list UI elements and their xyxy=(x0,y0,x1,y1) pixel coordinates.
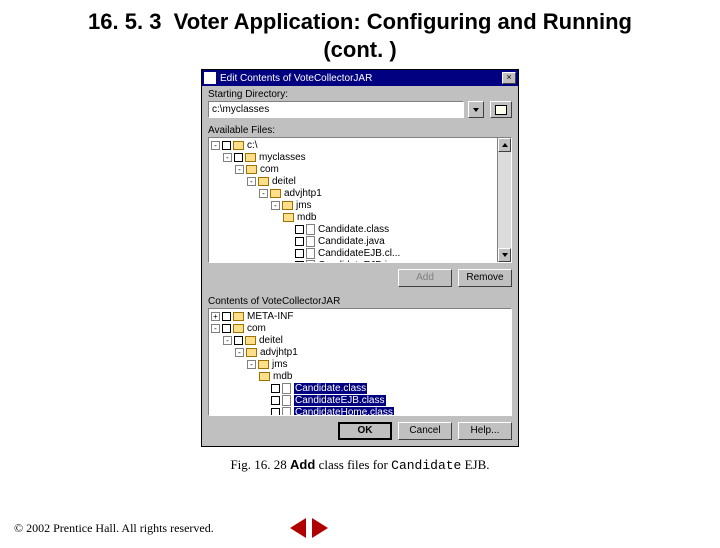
help-button[interactable]: Help... xyxy=(458,422,512,440)
edit-jar-dialog: Edit Contents of VoteCollectorJAR × Star… xyxy=(201,69,519,447)
chevron-down-icon xyxy=(473,108,479,112)
next-slide-button[interactable] xyxy=(312,518,328,538)
tree-file[interactable]: Candidate.class xyxy=(318,224,389,235)
section-number: 16. 5. 3 xyxy=(88,9,161,34)
caption-candidate: Candidate xyxy=(391,458,461,473)
tree-file-selected[interactable]: CandidateEJB.class xyxy=(294,395,386,406)
ok-button[interactable]: OK xyxy=(338,422,392,440)
cancel-button[interactable]: Cancel xyxy=(398,422,452,440)
caption-mid: class files for xyxy=(315,457,391,472)
slide-title: 16. 5. 3 Voter Application: Configuring … xyxy=(60,8,660,63)
tree-node[interactable]: mdb xyxy=(273,371,292,382)
tree-node[interactable]: deitel xyxy=(272,176,296,187)
add-button: Add xyxy=(398,269,452,287)
starting-dir-dropdown[interactable] xyxy=(468,101,484,118)
contents-label: Contents of VoteCollectorJAR xyxy=(202,293,518,308)
contents-tree[interactable]: +META-INF -com -deitel -advjhtp1 -jms md… xyxy=(208,308,512,416)
title-text: Voter Application: Configuring and Runni… xyxy=(174,9,632,62)
tree-file[interactable]: CandidateEJB.cl... xyxy=(318,248,400,259)
folder-up-icon xyxy=(495,105,507,115)
tree-node[interactable]: deitel xyxy=(259,335,283,346)
tree-node[interactable]: advjhtp1 xyxy=(260,347,298,358)
tree-node[interactable]: jms xyxy=(296,200,312,211)
caption-tail: EJB. xyxy=(461,457,489,472)
tree-node[interactable]: META-INF xyxy=(247,311,293,322)
chevron-down-icon xyxy=(502,253,508,257)
titlebar: Edit Contents of VoteCollectorJAR × xyxy=(202,70,518,86)
starting-dir-input[interactable]: c:\myclasses xyxy=(208,101,464,118)
tree-file[interactable]: CandidateEJB.java xyxy=(318,261,403,263)
tree-node[interactable]: advjhtp1 xyxy=(284,188,322,199)
prev-slide-button[interactable] xyxy=(290,518,306,538)
caption-fig: Fig. 16. 28 xyxy=(230,457,286,472)
chevron-up-icon xyxy=(502,143,508,147)
tree-node[interactable]: myclasses xyxy=(259,152,306,163)
tree-file-selected[interactable]: Candidate.class xyxy=(294,383,367,394)
copyright-footer: © 2002 Prentice Hall. All rights reserve… xyxy=(14,521,214,536)
up-folder-button[interactable] xyxy=(490,101,512,118)
tree-node[interactable]: com xyxy=(247,323,266,334)
slide-nav xyxy=(290,518,328,538)
tree-node[interactable]: c:\ xyxy=(247,140,258,151)
window-title: Edit Contents of VoteCollectorJAR xyxy=(220,73,502,84)
available-files-tree[interactable]: -c:\ -myclasses -com -deitel -advjhtp1 -… xyxy=(208,137,512,263)
starting-dir-label: Starting Directory: xyxy=(202,86,518,101)
tree-node[interactable]: com xyxy=(260,164,279,175)
scrollbar[interactable] xyxy=(497,138,511,262)
tree-node[interactable]: mdb xyxy=(297,212,316,223)
window-icon xyxy=(204,72,216,84)
scroll-down-button[interactable] xyxy=(498,248,511,262)
figure-caption: Fig. 16. 28 Add class files for Candidat… xyxy=(0,457,720,473)
remove-button[interactable]: Remove xyxy=(458,269,512,287)
tree-node[interactable]: jms xyxy=(272,359,288,370)
tree-file-selected[interactable]: CandidateHome.class xyxy=(294,407,394,416)
tree-file[interactable]: Candidate.java xyxy=(318,236,385,247)
caption-add: Add xyxy=(290,457,315,472)
available-files-label: Available Files: xyxy=(202,122,518,137)
scroll-up-button[interactable] xyxy=(498,138,511,152)
close-icon[interactable]: × xyxy=(502,72,516,84)
